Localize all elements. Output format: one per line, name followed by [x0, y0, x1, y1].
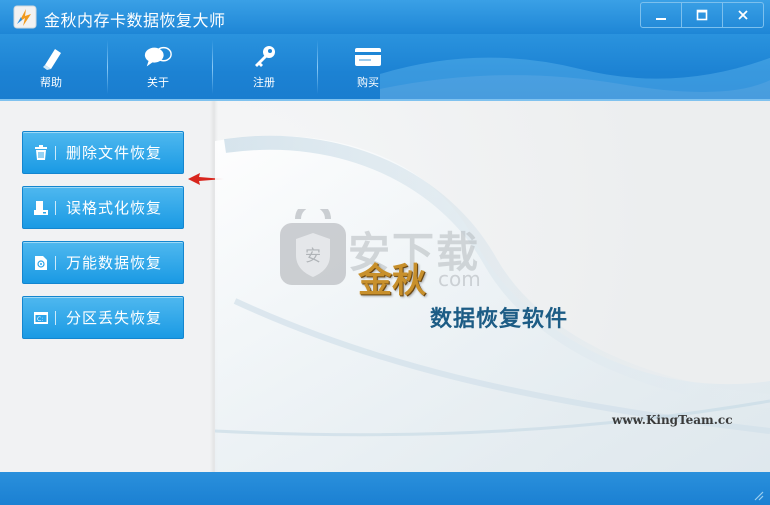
- menu-divider: [55, 145, 56, 160]
- key-icon: [249, 42, 279, 72]
- card-icon: [353, 42, 383, 72]
- resize-grip-icon[interactable]: [752, 489, 764, 501]
- svg-text:安: 安: [305, 246, 321, 265]
- app-window: 金秋内存卡数据恢复大师 帮助 关于 注册 购买 删除文件恢复 误格式化恢复 万能…: [0, 0, 770, 505]
- universal-recovery-label: 万能数据恢复: [66, 254, 163, 272]
- menu-divider: [55, 310, 56, 325]
- toolbar-help-button[interactable]: 帮助: [1, 34, 101, 99]
- watermark-subtext: com: [438, 267, 481, 291]
- toolbar-register-button[interactable]: 注册: [214, 34, 314, 99]
- shield-watermark-icon: 安: [280, 209, 346, 285]
- minimize-icon: [656, 18, 666, 20]
- main-content: 删除文件恢复 误格式化恢复 万能数据恢复 C: 分区丢失恢复 安 安下载 com…: [0, 101, 770, 472]
- universal-recovery-button[interactable]: 万能数据恢复: [22, 241, 184, 284]
- partition-recovery-button[interactable]: C: 分区丢失恢复: [22, 296, 184, 339]
- toolbar-buy-button[interactable]: 购买: [318, 34, 418, 99]
- delete-file-recovery-button[interactable]: 删除文件恢复: [22, 131, 184, 174]
- maximize-button[interactable]: [682, 3, 723, 27]
- help-icon: [36, 42, 66, 72]
- close-button[interactable]: [723, 3, 763, 27]
- close-icon: [738, 10, 748, 20]
- toolbar-buy-label: 购买: [357, 76, 379, 89]
- minimize-button[interactable]: [641, 3, 682, 27]
- brand-logo-text: 金秋: [358, 261, 426, 301]
- product-name: 数据恢复软件: [430, 306, 569, 332]
- title-bar[interactable]: 金秋内存卡数据恢复大师: [0, 0, 770, 34]
- delete-file-recovery-label: 删除文件恢复: [66, 144, 163, 162]
- website-url: www.KingTeam.cc: [612, 413, 733, 427]
- toolbar-separator: [212, 40, 213, 94]
- document-icon: [27, 241, 55, 284]
- format-recovery-label: 误格式化恢复: [66, 199, 163, 217]
- window-controls: [640, 2, 764, 28]
- toolbar-wave-decoration: [380, 57, 770, 99]
- menu-divider: [55, 200, 56, 215]
- trash-icon: [27, 131, 55, 174]
- function-panel: 删除文件恢复 误格式化恢复 万能数据恢复 C: 分区丢失恢复: [0, 101, 215, 472]
- format-icon: [27, 186, 55, 229]
- partition-recovery-label: 分区丢失恢复: [66, 309, 163, 327]
- status-bar: [0, 472, 770, 505]
- menu-divider: [55, 255, 56, 270]
- toolbar-about-button[interactable]: 关于: [108, 34, 208, 99]
- about-icon: [143, 42, 173, 72]
- toolbar-about-label: 关于: [147, 76, 169, 89]
- svg-text:C:: C:: [37, 316, 43, 323]
- toolbar-help-label: 帮助: [40, 76, 62, 89]
- toolbar: 帮助 关于 注册 购买: [0, 34, 770, 99]
- app-logo-icon: [13, 5, 37, 29]
- maximize-icon: [696, 9, 708, 21]
- format-recovery-button[interactable]: 误格式化恢复: [22, 186, 184, 229]
- window-title: 金秋内存卡数据恢复大师: [44, 11, 226, 30]
- partition-icon: C:: [27, 296, 55, 339]
- toolbar-register-label: 注册: [253, 76, 275, 89]
